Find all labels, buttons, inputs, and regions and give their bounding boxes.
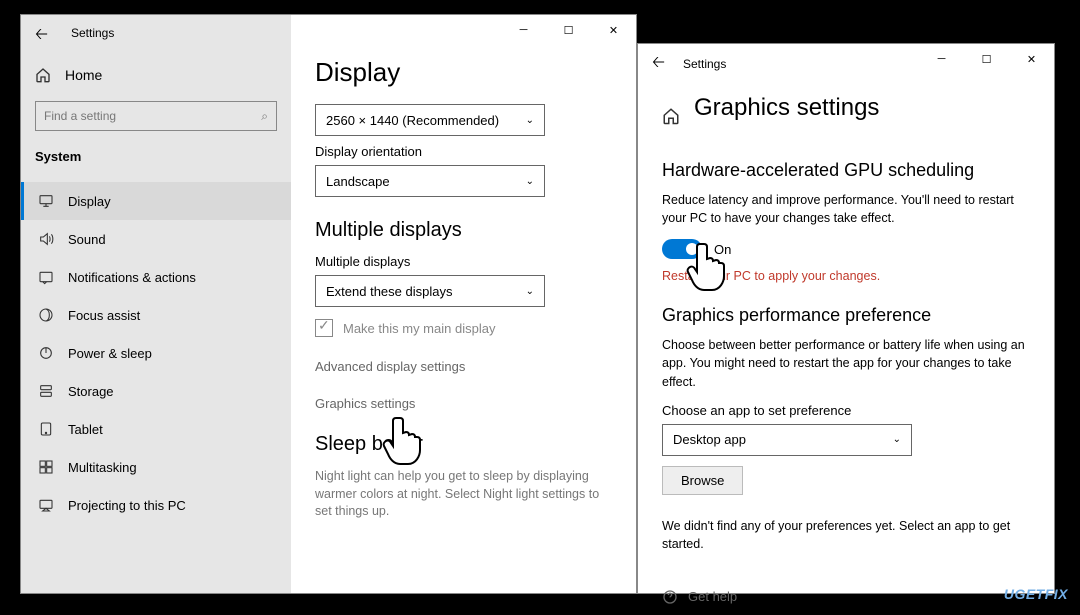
sidebar-item-label: Focus assist bbox=[68, 308, 140, 323]
titlebar: 🡠 Settings ─ ☐ ✕ bbox=[638, 44, 1054, 84]
graphics-settings-link[interactable]: Graphics settings bbox=[315, 396, 612, 411]
sidebar-item-label: Notifications & actions bbox=[68, 270, 196, 285]
gpu-toggle-label: On bbox=[714, 242, 731, 257]
home-label: Home bbox=[65, 67, 102, 83]
sidebar: Home Find a setting ⌕ System Display Soun… bbox=[21, 15, 291, 593]
resolution-value: 2560 × 1440 (Recommended) bbox=[326, 113, 499, 128]
browse-button[interactable]: Browse bbox=[662, 466, 743, 495]
window-title: Settings bbox=[71, 26, 114, 40]
close-button[interactable]: ✕ bbox=[591, 15, 636, 45]
page-header: Graphics settings bbox=[662, 94, 1030, 138]
app-type-value: Desktop app bbox=[673, 432, 746, 447]
multi-icon bbox=[38, 459, 54, 475]
chevron-down-icon: ⌄ bbox=[526, 115, 534, 126]
page-heading: Display bbox=[315, 57, 612, 88]
orientation-label: Display orientation bbox=[315, 144, 612, 159]
graphics-content: Graphics settings Hardware-accelerated G… bbox=[638, 84, 1054, 615]
sidebar-item-label: Tablet bbox=[68, 422, 103, 437]
graphics-settings-window: 🡠 Settings ─ ☐ ✕ Graphics settings Hardw… bbox=[637, 43, 1055, 594]
search-input[interactable]: Find a setting ⌕ bbox=[35, 101, 277, 131]
search-placeholder: Find a setting bbox=[44, 109, 116, 123]
home-icon[interactable] bbox=[662, 107, 680, 125]
focus-icon bbox=[38, 307, 54, 323]
gpu-toggle[interactable] bbox=[662, 239, 702, 259]
maximize-button[interactable]: ☐ bbox=[546, 15, 591, 45]
sidebar-item-label: Sound bbox=[68, 232, 106, 247]
app-type-dropdown[interactable]: Desktop app ⌄ bbox=[662, 424, 912, 456]
home-nav[interactable]: Home bbox=[21, 57, 291, 93]
multiple-displays-value: Extend these displays bbox=[326, 284, 452, 299]
orientation-dropdown[interactable]: Landscape ⌄ bbox=[315, 165, 545, 197]
restart-warning: Restart your PC to apply your changes. bbox=[662, 269, 1030, 283]
sidebar-item-storage[interactable]: Storage bbox=[21, 372, 291, 410]
sound-icon bbox=[38, 231, 54, 247]
back-button[interactable]: 🡠 bbox=[652, 51, 665, 78]
multiple-displays-heading: Multiple displays bbox=[315, 219, 612, 242]
minimize-button[interactable]: ─ bbox=[919, 44, 964, 74]
sidebar-item-label: Projecting to this PC bbox=[68, 498, 186, 513]
gpu-scheduling-desc: Reduce latency and improve performance. … bbox=[662, 191, 1030, 227]
checkbox-icon bbox=[315, 319, 333, 337]
sidebar-item-display[interactable]: Display bbox=[21, 182, 291, 220]
main-display-label: Make this my main display bbox=[343, 321, 495, 336]
chevron-down-icon: ⌄ bbox=[893, 434, 901, 445]
storage-icon bbox=[38, 383, 54, 399]
sleep-better-heading: Sleep better bbox=[315, 433, 612, 456]
sidebar-item-focus[interactable]: Focus assist bbox=[21, 296, 291, 334]
sidebar-list: Display Sound Notifications & actions Focus… bbox=[21, 182, 291, 524]
sidebar-item-label: Display bbox=[68, 194, 111, 209]
home-icon bbox=[35, 67, 51, 83]
advanced-display-link[interactable]: Advanced display settings bbox=[315, 359, 612, 374]
sidebar-item-project[interactable]: Projecting to this PC bbox=[21, 486, 291, 524]
get-help-link[interactable]: Get help bbox=[662, 589, 1030, 605]
sidebar-item-label: Multitasking bbox=[68, 460, 137, 475]
help-icon bbox=[662, 589, 678, 605]
maximize-button[interactable]: ☐ bbox=[964, 44, 1009, 74]
window-controls: ─ ☐ ✕ bbox=[501, 15, 636, 45]
settings-display-window: 🡠 Settings ─ ☐ ✕ Home Find a setting ⌕ S… bbox=[20, 14, 637, 594]
sidebar-item-sound[interactable]: Sound bbox=[21, 220, 291, 258]
watermark: UGETFIX bbox=[1004, 586, 1068, 602]
project-icon bbox=[38, 497, 54, 513]
gpu-scheduling-heading: Hardware-accelerated GPU scheduling bbox=[662, 160, 1030, 181]
display-content: Display 2560 × 1440 (Recommended) ⌄ Disp… bbox=[291, 15, 636, 593]
sleep-better-desc: Night light can help you get to sleep by… bbox=[315, 468, 612, 521]
minimize-button[interactable]: ─ bbox=[501, 15, 546, 45]
back-button[interactable]: 🡠 bbox=[35, 23, 48, 50]
performance-pref-heading: Graphics performance preference bbox=[662, 305, 1030, 326]
sidebar-item-tablet[interactable]: Tablet bbox=[21, 410, 291, 448]
category-heading: System bbox=[21, 143, 291, 170]
resolution-dropdown[interactable]: 2560 × 1440 (Recommended) ⌄ bbox=[315, 104, 545, 136]
sidebar-item-power[interactable]: Power & sleep bbox=[21, 334, 291, 372]
page-title: Graphics settings bbox=[694, 94, 879, 122]
tablet-icon bbox=[38, 421, 54, 437]
sidebar-item-notif[interactable]: Notifications & actions bbox=[21, 258, 291, 296]
window-title: Settings bbox=[683, 57, 726, 71]
search-icon: ⌕ bbox=[261, 109, 268, 124]
gpu-toggle-row: On bbox=[662, 239, 1030, 259]
close-button[interactable]: ✕ bbox=[1009, 44, 1054, 74]
get-help-label: Get help bbox=[688, 589, 737, 604]
display-icon bbox=[38, 193, 54, 209]
power-icon bbox=[38, 345, 54, 361]
sidebar-item-label: Power & sleep bbox=[68, 346, 152, 361]
multiple-displays-dropdown[interactable]: Extend these displays ⌄ bbox=[315, 275, 545, 307]
chevron-down-icon: ⌄ bbox=[526, 286, 534, 297]
multiple-displays-label: Multiple displays bbox=[315, 254, 612, 269]
sidebar-item-label: Storage bbox=[68, 384, 114, 399]
main-display-checkbox[interactable]: Make this my main display bbox=[315, 319, 612, 337]
performance-pref-desc: Choose between better performance or bat… bbox=[662, 336, 1030, 390]
empty-preferences-msg: We didn't find any of your preferences y… bbox=[662, 517, 1030, 553]
choose-app-label: Choose an app to set preference bbox=[662, 403, 1030, 418]
sidebar-item-multi[interactable]: Multitasking bbox=[21, 448, 291, 486]
orientation-value: Landscape bbox=[326, 174, 390, 189]
window-controls: ─ ☐ ✕ bbox=[919, 44, 1054, 74]
notif-icon bbox=[38, 269, 54, 285]
chevron-down-icon: ⌄ bbox=[526, 176, 534, 187]
